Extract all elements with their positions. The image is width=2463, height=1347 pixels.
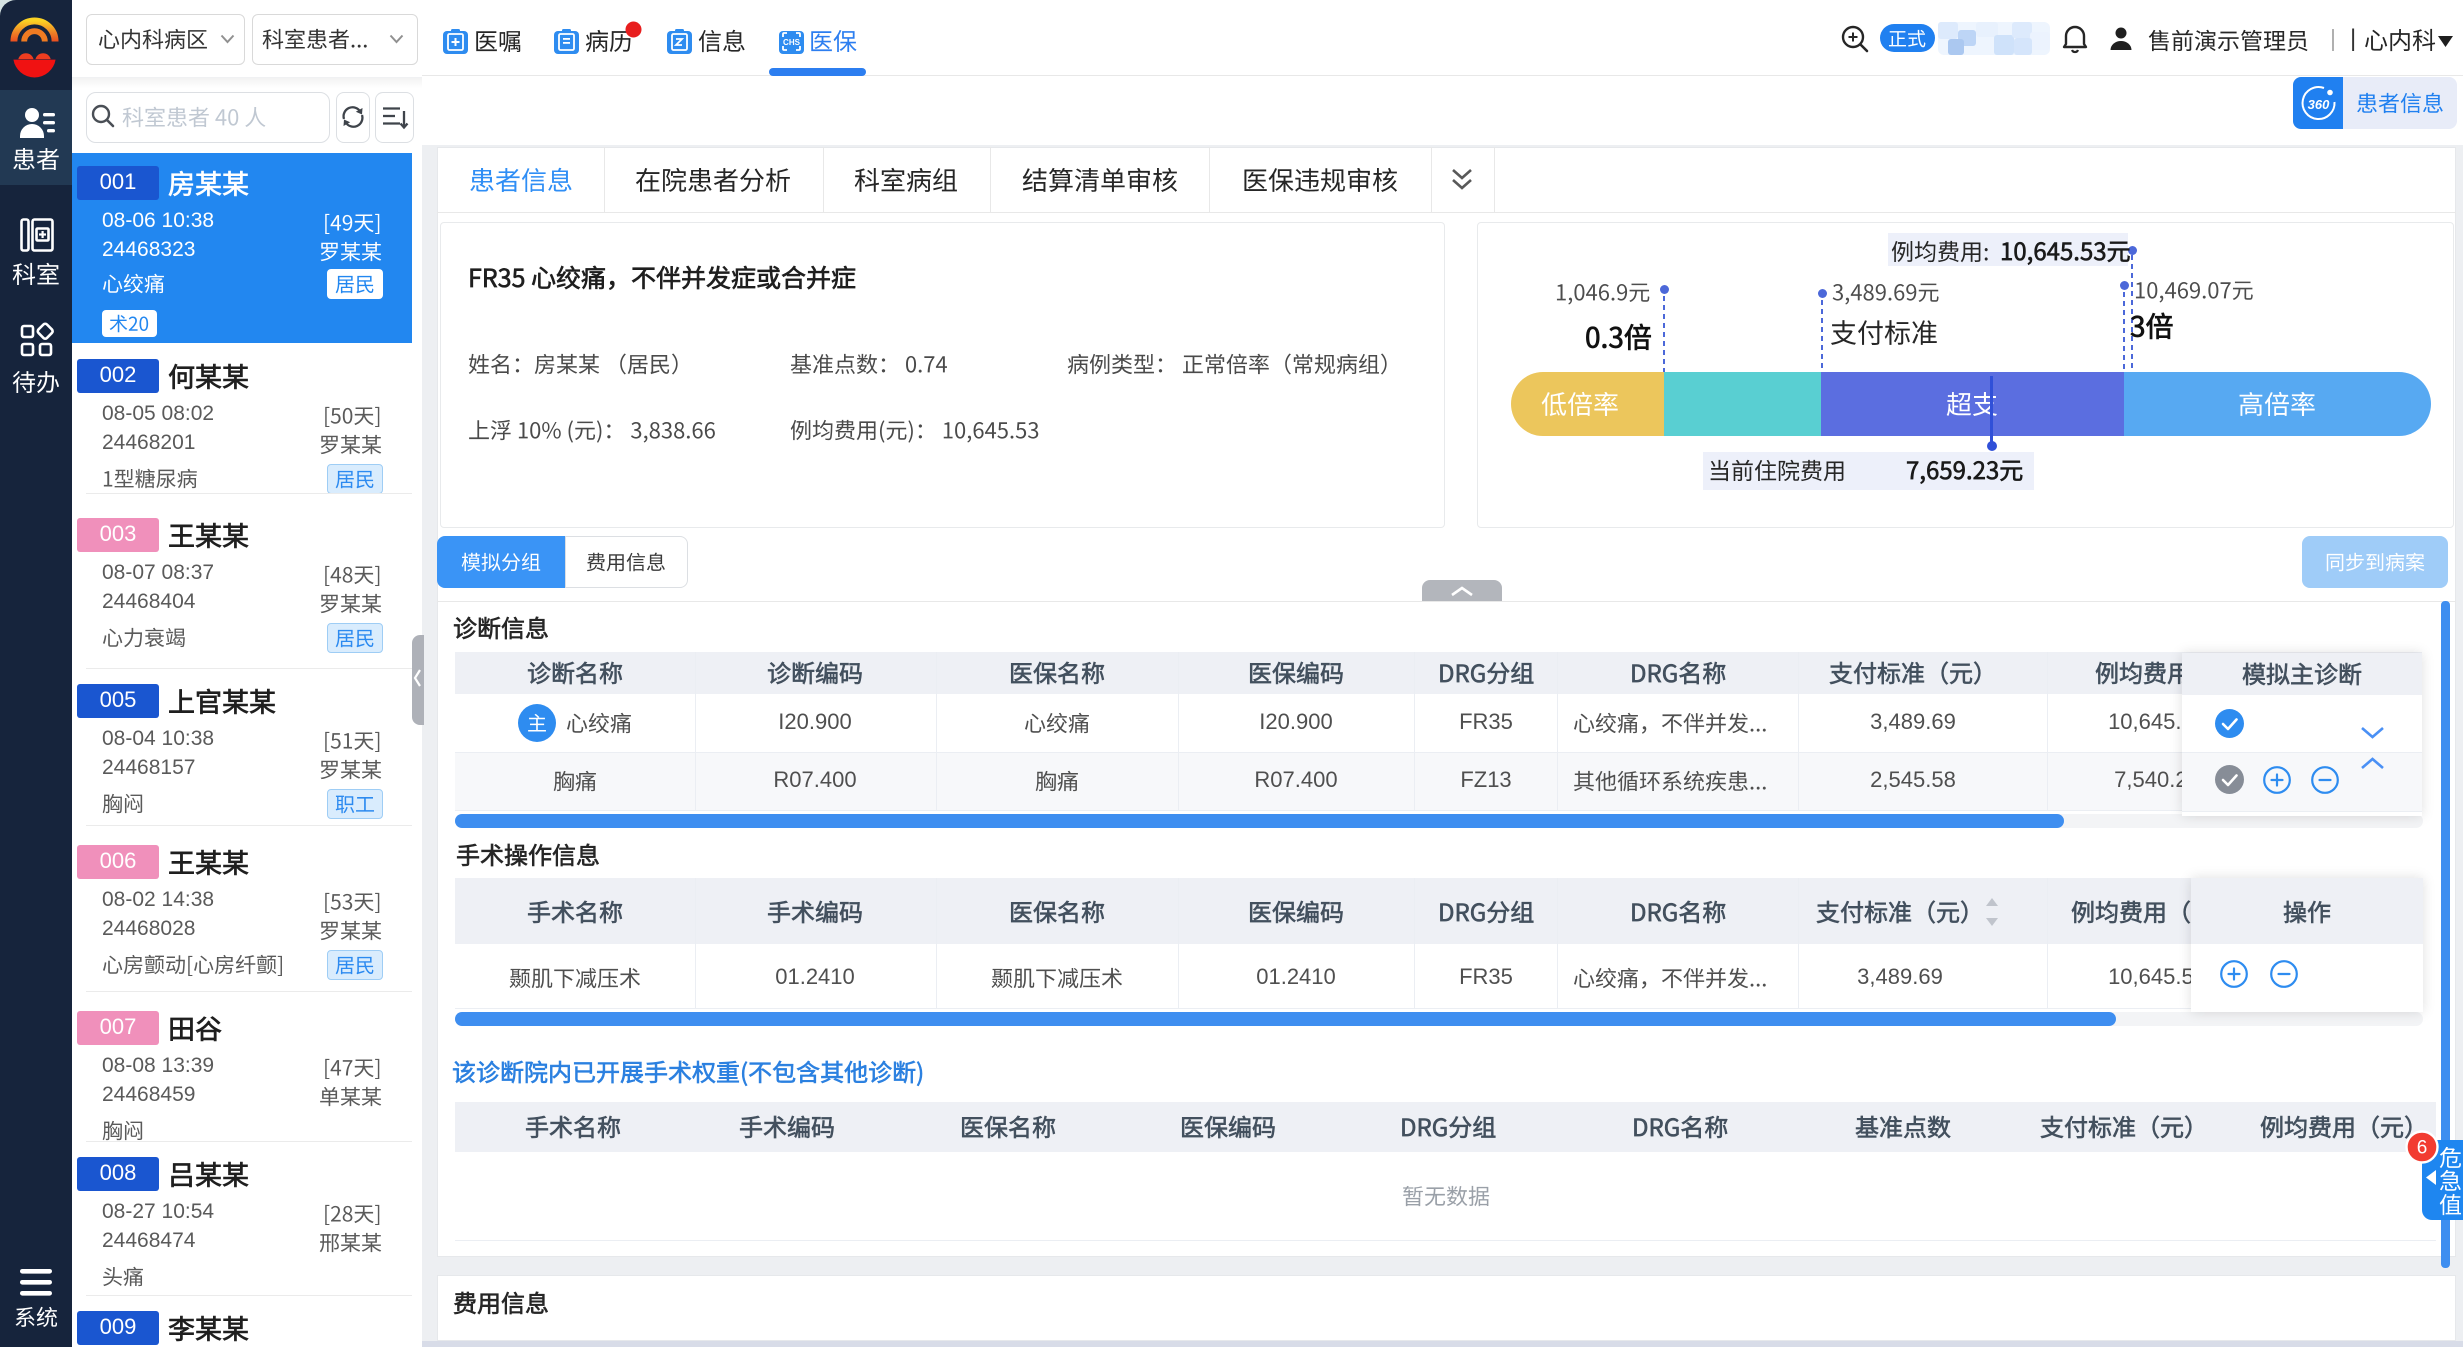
- svg-text:360: 360: [2308, 97, 2330, 112]
- svg-text:6: 6: [2417, 1138, 2428, 1159]
- svg-text:CHS: CHS: [783, 38, 801, 47]
